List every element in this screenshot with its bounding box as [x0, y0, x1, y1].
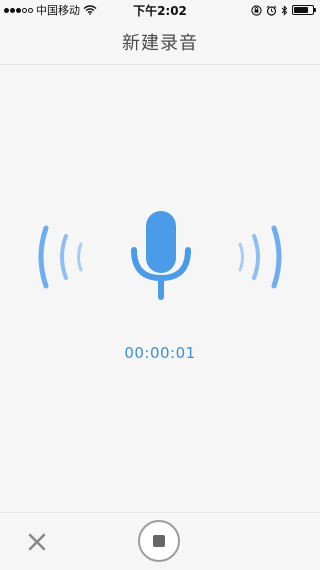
orientation-lock-icon — [251, 4, 262, 16]
close-icon — [28, 533, 46, 551]
bottom-toolbar — [0, 512, 320, 570]
close-button[interactable] — [22, 527, 52, 557]
status-bar: 中国移动 下午2:02 — [0, 0, 320, 20]
navigation-bar: 新建录音 — [0, 20, 320, 65]
stop-icon — [153, 535, 165, 547]
sound-wave-right-icon — [238, 225, 282, 289]
battery-icon — [292, 5, 316, 15]
elapsed-time: 00:00:01 — [124, 344, 196, 362]
signal-strength-icon — [4, 7, 33, 13]
status-left: 中国移动 — [0, 2, 97, 18]
page-title: 新建录音 — [122, 33, 198, 54]
carrier-name: 中国移动 — [36, 4, 80, 17]
stop-button[interactable] — [138, 520, 180, 562]
alarm-icon — [266, 5, 277, 16]
sound-wave-left-icon — [38, 225, 83, 289]
bluetooth-icon — [281, 4, 288, 16]
recording-visual — [0, 200, 320, 310]
status-right — [251, 4, 320, 16]
wifi-icon — [83, 5, 97, 15]
microphone-icon — [131, 211, 191, 300]
